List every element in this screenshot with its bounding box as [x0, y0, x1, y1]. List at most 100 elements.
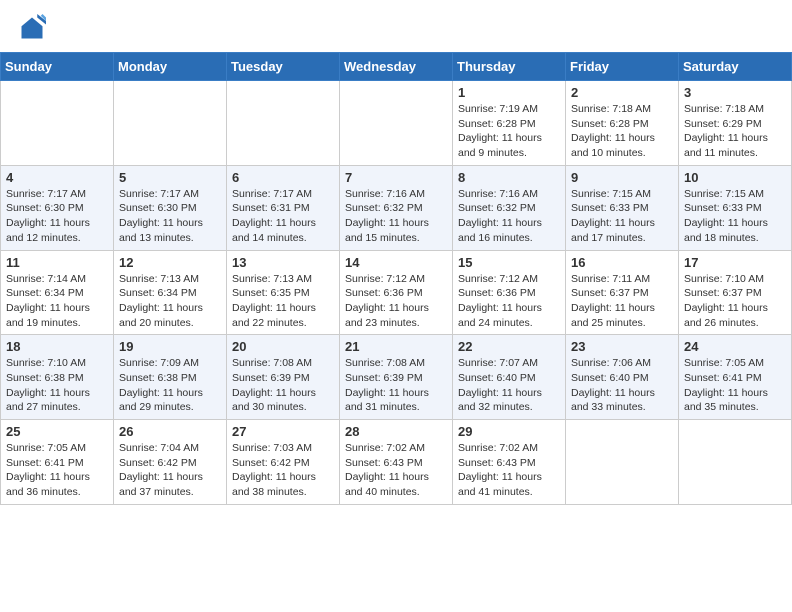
- calendar-week-row: 1 Sunrise: 7:19 AM Sunset: 6:28 PM Daylig…: [1, 81, 792, 166]
- calendar-cell: [1, 81, 114, 166]
- day-number: 18: [6, 339, 108, 354]
- logo-icon: [18, 14, 46, 42]
- calendar-cell: 9 Sunrise: 7:15 AM Sunset: 6:33 PM Daylig…: [566, 165, 679, 250]
- day-info: Sunrise: 7:03 AM Sunset: 6:42 PM Dayligh…: [232, 441, 334, 500]
- calendar-cell: 7 Sunrise: 7:16 AM Sunset: 6:32 PM Daylig…: [340, 165, 453, 250]
- day-info: Sunrise: 7:16 AM Sunset: 6:32 PM Dayligh…: [458, 187, 560, 246]
- calendar-table: SundayMondayTuesdayWednesdayThursdayFrid…: [0, 52, 792, 505]
- header: [0, 0, 792, 52]
- day-info: Sunrise: 7:13 AM Sunset: 6:34 PM Dayligh…: [119, 272, 221, 331]
- day-number: 24: [684, 339, 786, 354]
- day-number: 25: [6, 424, 108, 439]
- calendar-cell: 14Sunrise: 7:12 AM Sunset: 6:36 PM Dayli…: [340, 250, 453, 335]
- day-info: Sunrise: 7:16 AM Sunset: 6:32 PM Dayligh…: [345, 187, 447, 246]
- calendar-cell: 24 Sunrise: 7:05 AM Sunset: 6:41 PM Dayli…: [679, 335, 792, 420]
- day-info: Sunrise: 7:17 AM Sunset: 6:31 PM Dayligh…: [232, 187, 334, 246]
- day-number: 5: [119, 170, 221, 185]
- page-container: SundayMondayTuesdayWednesdayThursdayFrid…: [0, 0, 792, 505]
- col-header-saturday: Saturday: [679, 53, 792, 81]
- day-info: Sunrise: 7:17 AM Sunset: 6:30 PM Dayligh…: [6, 187, 108, 246]
- calendar-cell: 3 Sunrise: 7:18 AM Sunset: 6:29 PM Daylig…: [679, 81, 792, 166]
- day-info: Sunrise: 7:11 AM Sunset: 6:37 PM Dayligh…: [571, 272, 673, 331]
- day-number: 23: [571, 339, 673, 354]
- day-info: Sunrise: 7:18 AM Sunset: 6:29 PM Dayligh…: [684, 102, 786, 161]
- calendar-cell: 25 Sunrise: 7:05 AM Sunset: 6:41 PM Dayli…: [1, 420, 114, 505]
- calendar-cell: 16Sunrise: 7:11 AM Sunset: 6:37 PM Dayli…: [566, 250, 679, 335]
- calendar-cell: [679, 420, 792, 505]
- day-info: Sunrise: 7:15 AM Sunset: 6:33 PM Dayligh…: [571, 187, 673, 246]
- logo: [18, 14, 50, 42]
- calendar-week-row: 18 Sunrise: 7:10 AM Sunset: 6:38 PM Dayli…: [1, 335, 792, 420]
- day-info: Sunrise: 7:19 AM Sunset: 6:28 PM Dayligh…: [458, 102, 560, 161]
- day-info: Sunrise: 7:08 AM Sunset: 6:39 PM Dayligh…: [232, 356, 334, 415]
- calendar-cell: 11Sunrise: 7:14 AM Sunset: 6:34 PM Dayli…: [1, 250, 114, 335]
- calendar-cell: 5 Sunrise: 7:17 AM Sunset: 6:30 PM Daylig…: [114, 165, 227, 250]
- col-header-sunday: Sunday: [1, 53, 114, 81]
- calendar-cell: [566, 420, 679, 505]
- day-number: 19: [119, 339, 221, 354]
- day-number: 17: [684, 255, 786, 270]
- day-number: 9: [571, 170, 673, 185]
- day-info: Sunrise: 7:15 AM Sunset: 6:33 PM Dayligh…: [684, 187, 786, 246]
- calendar-cell: 12 Sunrise: 7:13 AM Sunset: 6:34 PM Dayli…: [114, 250, 227, 335]
- calendar-cell: 18 Sunrise: 7:10 AM Sunset: 6:38 PM Dayli…: [1, 335, 114, 420]
- day-info: Sunrise: 7:05 AM Sunset: 6:41 PM Dayligh…: [684, 356, 786, 415]
- day-number: 29: [458, 424, 560, 439]
- col-header-tuesday: Tuesday: [227, 53, 340, 81]
- calendar-cell: 20 Sunrise: 7:08 AM Sunset: 6:39 PM Dayli…: [227, 335, 340, 420]
- day-info: Sunrise: 7:12 AM Sunset: 6:36 PM Dayligh…: [345, 272, 447, 331]
- calendar-cell: 27 Sunrise: 7:03 AM Sunset: 6:42 PM Dayli…: [227, 420, 340, 505]
- day-info: Sunrise: 7:08 AM Sunset: 6:39 PM Dayligh…: [345, 356, 447, 415]
- col-header-thursday: Thursday: [453, 53, 566, 81]
- day-number: 3: [684, 85, 786, 100]
- calendar-header-row: SundayMondayTuesdayWednesdayThursdayFrid…: [1, 53, 792, 81]
- day-number: 10: [684, 170, 786, 185]
- day-info: Sunrise: 7:07 AM Sunset: 6:40 PM Dayligh…: [458, 356, 560, 415]
- calendar-cell: 19 Sunrise: 7:09 AM Sunset: 6:38 PM Dayli…: [114, 335, 227, 420]
- calendar-cell: [114, 81, 227, 166]
- day-info: Sunrise: 7:13 AM Sunset: 6:35 PM Dayligh…: [232, 272, 334, 331]
- day-info: Sunrise: 7:17 AM Sunset: 6:30 PM Dayligh…: [119, 187, 221, 246]
- calendar-cell: 21 Sunrise: 7:08 AM Sunset: 6:39 PM Dayli…: [340, 335, 453, 420]
- calendar-cell: 8 Sunrise: 7:16 AM Sunset: 6:32 PM Daylig…: [453, 165, 566, 250]
- day-number: 15: [458, 255, 560, 270]
- calendar-cell: [340, 81, 453, 166]
- calendar-cell: 1 Sunrise: 7:19 AM Sunset: 6:28 PM Daylig…: [453, 81, 566, 166]
- calendar-cell: 23Sunrise: 7:06 AM Sunset: 6:40 PM Dayli…: [566, 335, 679, 420]
- day-info: Sunrise: 7:18 AM Sunset: 6:28 PM Dayligh…: [571, 102, 673, 161]
- day-number: 4: [6, 170, 108, 185]
- calendar-cell: [227, 81, 340, 166]
- day-number: 12: [119, 255, 221, 270]
- day-info: Sunrise: 7:02 AM Sunset: 6:43 PM Dayligh…: [458, 441, 560, 500]
- day-info: Sunrise: 7:05 AM Sunset: 6:41 PM Dayligh…: [6, 441, 108, 500]
- calendar-week-row: 11Sunrise: 7:14 AM Sunset: 6:34 PM Dayli…: [1, 250, 792, 335]
- day-number: 7: [345, 170, 447, 185]
- day-number: 21: [345, 339, 447, 354]
- calendar-cell: 29 Sunrise: 7:02 AM Sunset: 6:43 PM Dayli…: [453, 420, 566, 505]
- day-number: 28: [345, 424, 447, 439]
- day-number: 27: [232, 424, 334, 439]
- day-info: Sunrise: 7:04 AM Sunset: 6:42 PM Dayligh…: [119, 441, 221, 500]
- calendar-cell: 6 Sunrise: 7:17 AM Sunset: 6:31 PM Daylig…: [227, 165, 340, 250]
- col-header-monday: Monday: [114, 53, 227, 81]
- calendar-cell: 4 Sunrise: 7:17 AM Sunset: 6:30 PM Daylig…: [1, 165, 114, 250]
- day-info: Sunrise: 7:09 AM Sunset: 6:38 PM Dayligh…: [119, 356, 221, 415]
- day-info: Sunrise: 7:10 AM Sunset: 6:37 PM Dayligh…: [684, 272, 786, 331]
- calendar-week-row: 4 Sunrise: 7:17 AM Sunset: 6:30 PM Daylig…: [1, 165, 792, 250]
- day-number: 6: [232, 170, 334, 185]
- calendar-cell: 2Sunrise: 7:18 AM Sunset: 6:28 PM Daylig…: [566, 81, 679, 166]
- day-number: 20: [232, 339, 334, 354]
- calendar-week-row: 25 Sunrise: 7:05 AM Sunset: 6:41 PM Dayli…: [1, 420, 792, 505]
- day-number: 8: [458, 170, 560, 185]
- day-number: 26: [119, 424, 221, 439]
- calendar-cell: 17 Sunrise: 7:10 AM Sunset: 6:37 PM Dayli…: [679, 250, 792, 335]
- day-number: 22: [458, 339, 560, 354]
- calendar-cell: 22 Sunrise: 7:07 AM Sunset: 6:40 PM Dayli…: [453, 335, 566, 420]
- calendar-cell: 15 Sunrise: 7:12 AM Sunset: 6:36 PM Dayli…: [453, 250, 566, 335]
- calendar-cell: 13Sunrise: 7:13 AM Sunset: 6:35 PM Dayli…: [227, 250, 340, 335]
- calendar-cell: 10 Sunrise: 7:15 AM Sunset: 6:33 PM Dayli…: [679, 165, 792, 250]
- day-info: Sunrise: 7:12 AM Sunset: 6:36 PM Dayligh…: [458, 272, 560, 331]
- day-number: 11: [6, 255, 108, 270]
- day-info: Sunrise: 7:10 AM Sunset: 6:38 PM Dayligh…: [6, 356, 108, 415]
- day-number: 1: [458, 85, 560, 100]
